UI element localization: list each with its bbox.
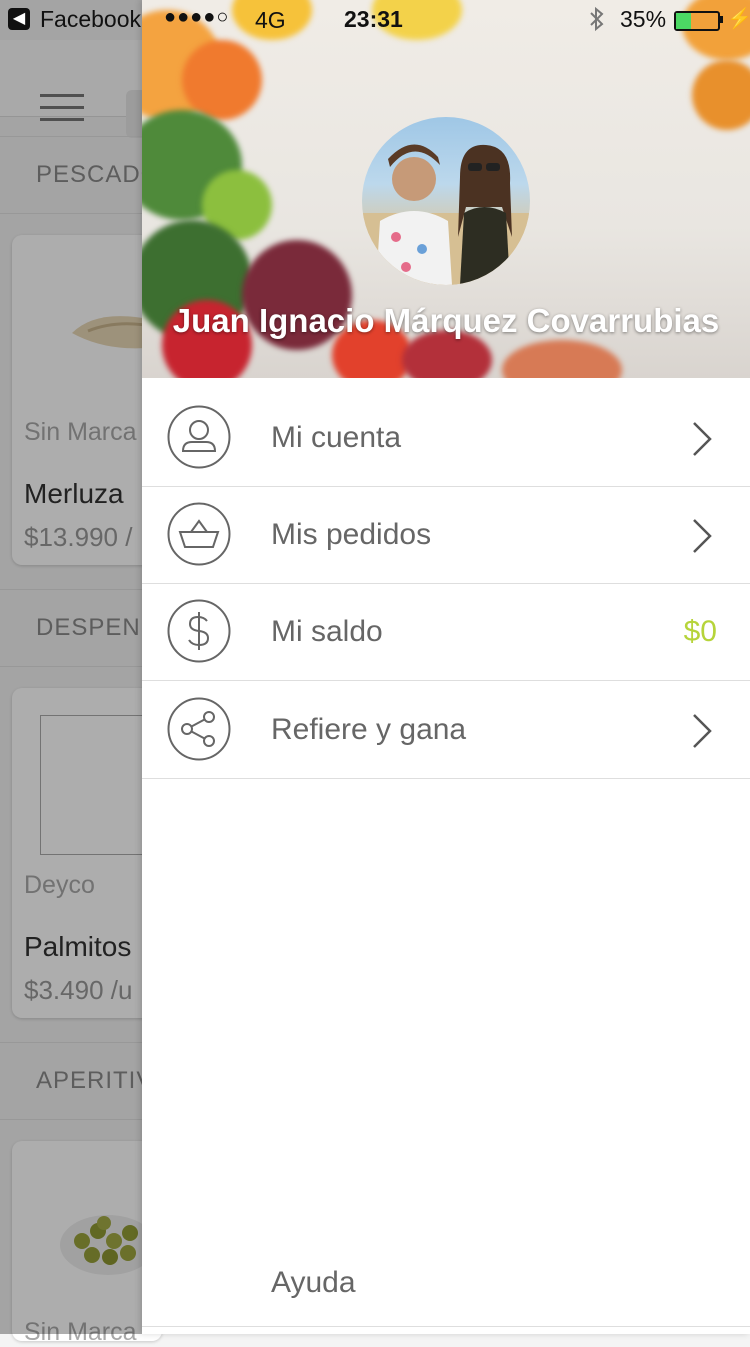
bluetooth-icon	[590, 6, 604, 32]
user-icon	[167, 405, 231, 469]
menu-item-mi-saldo[interactable]: Mi saldo $0	[142, 583, 750, 681]
back-app-label[interactable]: Facebook	[40, 6, 141, 33]
dim-overlay[interactable]	[0, 0, 142, 1334]
network-type: 4G	[255, 7, 286, 33]
chevron-right-icon	[693, 714, 712, 748]
produce-decoration	[502, 340, 622, 378]
menu-item-label: Mis pedidos	[271, 518, 432, 551]
side-drawer: Juan Ignacio Márquez Covarrubias Mi cuen…	[142, 0, 750, 1334]
clock: 23:31	[344, 6, 403, 32]
chevron-right-icon	[693, 519, 712, 553]
help-link[interactable]: Ayuda	[271, 1266, 356, 1300]
user-name: Juan Ignacio Márquez Covarrubias	[172, 302, 720, 339]
battery-icon	[674, 11, 720, 31]
chevron-right-icon	[693, 422, 712, 456]
status-bar: ◀ Facebook ●●●●○ 4G 23:31 35% ⚡	[0, 0, 750, 40]
share-icon	[167, 697, 231, 761]
menu-item-label: Refiere y gana	[271, 713, 467, 746]
produce-decoration	[692, 60, 750, 130]
menu-item-label: Mi cuenta	[271, 421, 402, 454]
basket-icon	[167, 502, 231, 566]
user-photo	[362, 144, 530, 285]
signal-strength-icon: ●●●●○	[164, 6, 230, 28]
battery-level-fill	[676, 13, 691, 29]
menu-item-mis-pedidos[interactable]: Mis pedidos	[142, 486, 750, 584]
balance-value: $0	[683, 615, 717, 648]
divider	[142, 1326, 750, 1327]
back-to-app-icon[interactable]: ◀	[8, 8, 30, 30]
menu-item-refiere-y-gana[interactable]: Refiere y gana	[142, 681, 750, 779]
user-avatar[interactable]	[362, 117, 530, 285]
drawer-header: Juan Ignacio Márquez Covarrubias	[142, 0, 750, 378]
battery-percent: 35%	[620, 6, 667, 32]
produce-decoration	[182, 40, 262, 120]
charging-bolt-icon: ⚡	[727, 8, 750, 30]
battery-tip	[720, 16, 723, 23]
dollar-icon	[167, 599, 231, 663]
menu-item-mi-cuenta[interactable]: Mi cuenta	[142, 389, 750, 487]
menu-item-label: Mi saldo	[271, 615, 383, 648]
